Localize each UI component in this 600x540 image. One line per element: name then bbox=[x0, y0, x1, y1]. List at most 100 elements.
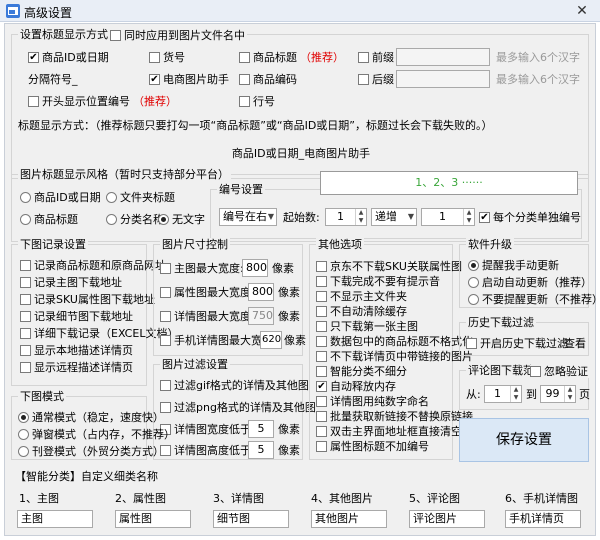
suffix-checkbox[interactable]: 后缀 bbox=[358, 73, 394, 86]
save-settings-button[interactable]: 保存设置 bbox=[459, 418, 589, 462]
mode-radio-listing[interactable]: 刊登模式（外贸分类方式） bbox=[18, 445, 164, 458]
ignore-verification-checkbox[interactable]: 忽略验证 bbox=[530, 365, 590, 378]
title-bar: 高级设置 ✕ bbox=[0, 0, 600, 22]
group-title: 历史下载过滤 bbox=[466, 316, 536, 329]
upgrade-radio-manual[interactable]: 提醒我手动更新 bbox=[468, 259, 559, 272]
product-id-checkbox[interactable]: ✔ 商品ID或日期 bbox=[28, 51, 109, 64]
category-input-detail[interactable]: 细节图 bbox=[213, 510, 289, 528]
record-detail-image-checkbox[interactable]: 记录细节图下载地址 bbox=[20, 310, 133, 323]
first-main-only-checkbox[interactable]: 只下载第一张主图 bbox=[316, 320, 418, 333]
show-local-detail-checkbox[interactable]: 显示本地描述详情页 bbox=[20, 344, 133, 357]
detail-max-width-input[interactable]: 750 bbox=[248, 307, 274, 325]
from-label: 从: bbox=[466, 388, 481, 401]
item-no-checkbox[interactable]: 货号 bbox=[149, 51, 185, 64]
category-input-other[interactable]: 其他图片 bbox=[311, 510, 387, 528]
filter-height-input[interactable]: 5 bbox=[248, 441, 274, 459]
mode-radio-popup[interactable]: 弹窗模式（占内存，不推荐） bbox=[18, 428, 175, 441]
start-number-stepper[interactable]: 1 ▲ ▼ bbox=[325, 208, 367, 226]
per-category-checkbox[interactable]: ✔ 每个分类单独编号 bbox=[479, 211, 581, 224]
record-sku-image-checkbox[interactable]: 记录SKU属性图下载地址 bbox=[20, 293, 155, 306]
unit-label: 像素 bbox=[278, 286, 300, 299]
title-preview: 商品ID或日期_电商图片助手 bbox=[231, 147, 371, 160]
history-view-link[interactable]: 查看 bbox=[564, 337, 586, 350]
category-input-review[interactable]: 评论图片 bbox=[409, 510, 485, 528]
no-attr-number-checkbox[interactable]: 属性图标题不加编号 bbox=[316, 440, 429, 453]
numeric-naming-checkbox[interactable]: 详情图用纯数字命名 bbox=[316, 395, 429, 408]
style-radio-no-text[interactable]: 无文字 bbox=[158, 213, 205, 226]
group-title: 其他选项 bbox=[316, 238, 364, 251]
style-radio-product-id[interactable]: 商品ID或日期 bbox=[20, 191, 101, 204]
mode-radio-normal[interactable]: 通常模式（稳定，速度快） bbox=[18, 411, 164, 424]
hide-main-folder-checkbox[interactable]: 不显示主文件夹 bbox=[316, 290, 407, 303]
review-to-stepper[interactable]: 99 ▲ ▼ bbox=[540, 385, 576, 403]
filter-gif-checkbox[interactable]: 过滤gif格式的详情及其他图 bbox=[160, 379, 309, 392]
jd-skip-sku-checkbox[interactable]: 京东不下载SKU关联属性图 bbox=[316, 260, 462, 273]
main-max-width-checkbox[interactable]: 主图最大宽度: bbox=[160, 262, 244, 275]
chevron-down-icon: ▼ bbox=[267, 212, 274, 221]
review-range-group: 评论图下载范围 忽略验证 从: 1 ▲ ▼ 到 99 ▲ ▼ 页 bbox=[459, 364, 590, 410]
upgrade-radio-auto[interactable]: 启动自动更新（推荐） bbox=[468, 276, 592, 289]
stepper-arrows-icon: ▲ ▼ bbox=[463, 209, 474, 225]
row-number-checkbox[interactable]: 行号 bbox=[239, 95, 275, 108]
product-code-checkbox[interactable]: 商品编码 bbox=[239, 73, 297, 86]
group-title: 图片尺寸控制 bbox=[160, 238, 230, 251]
number-settings-group: 编号设置 编号在右 ▼ 起始数: 1 ▲ ▼ 递增 ▼ 1 ▲ ▼ ✔ 每个分类单独编号 bbox=[210, 183, 582, 239]
history-filter-group: 历史下载过滤 开启历史下载过滤 查看 bbox=[459, 316, 589, 356]
category-label-main: 1、主图 bbox=[19, 492, 59, 505]
review-from-stepper[interactable]: 1 ▲ ▼ bbox=[484, 385, 522, 403]
record-main-image-checkbox[interactable]: 记录主图下载地址 bbox=[20, 276, 122, 289]
lead-number-checkbox[interactable]: 开头显示位置编号 （推荐） bbox=[28, 95, 177, 108]
prefix-checkbox[interactable]: 前缀 bbox=[358, 51, 394, 64]
attr-max-width-checkbox[interactable]: 属性图最大宽度: bbox=[160, 286, 255, 299]
no-subcategory-checkbox[interactable]: 智能分类不细分 bbox=[316, 365, 407, 378]
no-format-title-checkbox[interactable]: 数据包中的商品标题不格式化 bbox=[316, 335, 473, 348]
sync-filename-checkbox[interactable]: 同时应用到图片文件名中 bbox=[110, 29, 247, 42]
prefix-input[interactable] bbox=[396, 48, 490, 66]
attr-max-width-input[interactable]: 800 bbox=[248, 283, 274, 301]
suffix-input[interactable] bbox=[396, 70, 490, 88]
prefix-hint: 最多输入6个汉字 bbox=[496, 51, 580, 64]
filter-height-checkbox[interactable]: 详情图高度低于: bbox=[160, 444, 255, 457]
window-title: 高级设置 bbox=[24, 6, 73, 20]
upgrade-radio-never[interactable]: 不要提醒更新（不推荐） bbox=[468, 293, 600, 306]
image-size-group: 图片尺寸控制 主图最大宽度: 800 像素 属性图最大宽度: 800 像素 详情… bbox=[153, 238, 306, 356]
style-radio-folder-title[interactable]: 文件夹标题 bbox=[106, 191, 175, 204]
no-sound-checkbox[interactable]: 下载完成不要有提示音 bbox=[316, 275, 440, 288]
product-title-checkbox[interactable]: 商品标题 （推荐） bbox=[239, 51, 344, 64]
settings-panel: 设置标题显示方式 同时应用到图片文件名中 ✔ 商品ID或日期 货号 商品标题 （推荐… bbox=[4, 23, 600, 536]
style-radio-product-title[interactable]: 商品标题 bbox=[20, 213, 78, 226]
download-mode-group: 下图模式 通常模式（稳定，速度快） 弹窗模式（占内存，不推荐） 刊登模式（外贸分… bbox=[11, 390, 175, 460]
download-record-group: 下图记录设置 记录商品标题和原商品网址 记录主图下载地址 记录SKU属性图下载地… bbox=[11, 238, 178, 386]
show-remote-detail-checkbox[interactable]: 显示远程描述详情页 bbox=[20, 361, 133, 374]
unit-label: 像素 bbox=[278, 423, 300, 436]
unit-label: 像素 bbox=[278, 444, 300, 457]
filter-width-input[interactable]: 5 bbox=[248, 420, 274, 438]
double-click-clear-checkbox[interactable]: 双击主界面地址框直接清空 bbox=[316, 425, 462, 438]
auto-release-memory-checkbox[interactable]: ✔ 自动释放内存 bbox=[316, 380, 396, 393]
step-stepper[interactable]: 1 ▲ ▼ bbox=[421, 208, 475, 226]
to-label: 到 bbox=[526, 388, 537, 401]
number-order-select[interactable]: 递增 ▼ bbox=[371, 208, 417, 226]
category-input-attr[interactable]: 属性图 bbox=[115, 510, 191, 528]
category-input-mobile[interactable]: 手机详情页 bbox=[505, 510, 581, 528]
keep-links-checkbox[interactable]: 批量获取新链接不替换原链接 bbox=[316, 410, 473, 423]
history-filter-checkbox[interactable]: 开启历史下载过滤 bbox=[466, 337, 568, 350]
filter-png-checkbox[interactable]: 过滤png格式的详情及其他图 bbox=[160, 401, 316, 414]
record-product-title-checkbox[interactable]: 记录商品标题和原商品网址 bbox=[20, 259, 166, 272]
title-style-group: 图片标题显示风格（暂时只支持部分平台） 商品ID或日期 文件夹标题 商品标题 分… bbox=[11, 168, 589, 242]
number-sequence-preview: 1、2、3 ······ bbox=[320, 171, 578, 195]
category-input-main[interactable]: 主图 bbox=[17, 510, 93, 528]
close-button[interactable]: ✕ bbox=[570, 3, 594, 19]
start-label: 起始数: bbox=[283, 211, 320, 224]
number-position-select[interactable]: 编号在右 ▼ bbox=[219, 208, 277, 226]
category-label-detail: 3、详情图 bbox=[213, 492, 264, 505]
no-clear-cache-checkbox[interactable]: 不自动清除缓存 bbox=[316, 305, 407, 318]
title-note: 标题显示方式：（推荐标题只要打勾一项“商品标题”或“商品ID或日期”，标题过长会… bbox=[18, 119, 493, 132]
detail-max-width-checkbox[interactable]: 详情图最大宽度: bbox=[160, 310, 255, 323]
skip-linked-images-checkbox[interactable]: 不下载详情页中带链接的图片 bbox=[316, 350, 473, 363]
group-title: 图片过滤设置 bbox=[160, 358, 230, 371]
main-max-width-input[interactable]: 800 bbox=[242, 259, 268, 277]
style-radio-category-name[interactable]: 分类名称 bbox=[106, 213, 164, 226]
mobile-max-width-input[interactable]: 620 bbox=[260, 331, 282, 349]
assistant-checkbox[interactable]: ✔ 电商图片助手 bbox=[149, 73, 229, 86]
